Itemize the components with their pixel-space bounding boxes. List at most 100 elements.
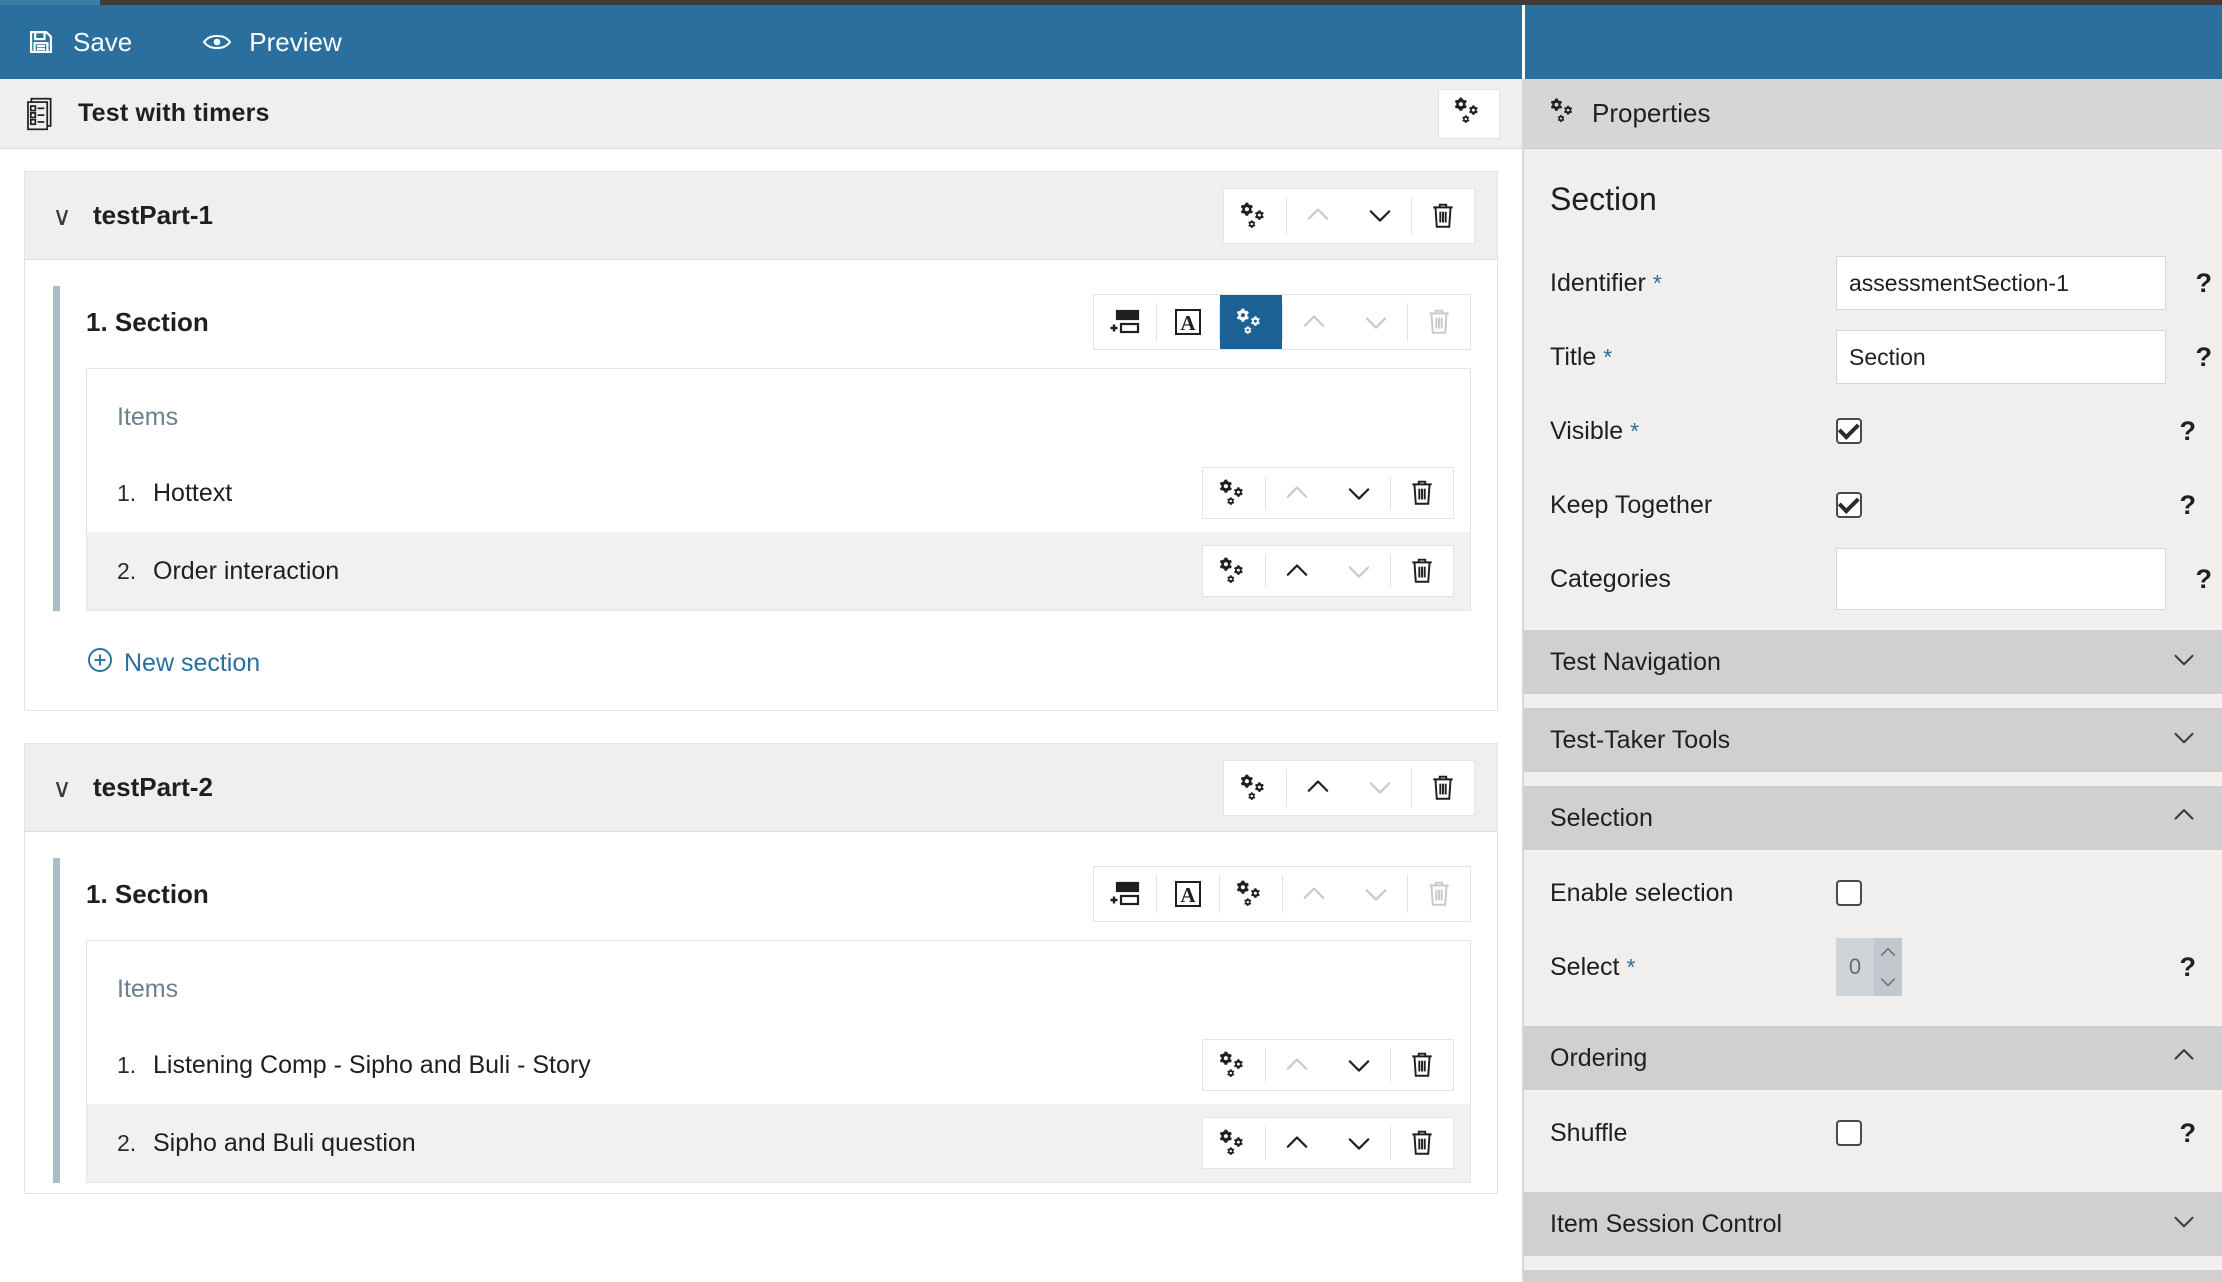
property-label: Keep Together [1550,490,1713,519]
test-properties-button[interactable] [1438,88,1500,139]
properties-button[interactable] [1224,761,1286,815]
property-label: Select * [1550,952,1636,981]
delete-button[interactable] [1391,468,1453,518]
move-up-button[interactable] [1287,761,1349,815]
properties-button[interactable] [1203,1040,1265,1090]
properties-button[interactable] [1224,189,1286,243]
delete-button[interactable] [1391,546,1453,596]
preview-button[interactable]: Preview [202,5,369,79]
properties-button[interactable] [1203,546,1265,596]
visible-checkbox[interactable] [1836,418,1862,444]
property-row: Visible *? [1550,394,2196,468]
add-item-button[interactable] [1094,867,1156,921]
stepper-up-button[interactable] [1874,938,1902,967]
move-down-button[interactable] [1328,1040,1390,1090]
properties-button[interactable] [1220,867,1282,921]
delete-button[interactable] [1412,761,1474,815]
gears-icon [1550,98,1578,129]
properties-button[interactable] [1203,1118,1265,1168]
chevron-up-icon [1305,204,1331,226]
enable-selection-checkbox[interactable] [1836,880,1862,906]
move-down-button[interactable] [1328,468,1390,518]
shuffle-checkbox[interactable] [1836,1120,1862,1146]
action-toolbar [1202,1117,1454,1169]
accordion-gap [1524,772,2222,780]
properties-panel: Properties SectionIdentifier *?Title *?V… [1522,79,2222,1282]
help-icon[interactable]: ? [2166,564,2213,595]
move-down-button [1345,295,1407,349]
testpart-header[interactable]: ∨ testPart-1 [25,172,1497,260]
select-value: 0 [1848,954,1862,979]
testpart-header[interactable]: ∨ testPart-2 [25,744,1497,832]
move-up-button[interactable] [1266,546,1328,596]
accordion-header-extra[interactable] [1524,1270,2222,1282]
property-label: Enable selection [1550,878,1734,907]
gears-icon [1240,202,1270,230]
title-input[interactable] [1836,330,2166,384]
chevron-up-icon [1305,776,1331,798]
help-icon[interactable]: ? [2150,416,2197,447]
accordion-label: Test-Taker Tools [1550,725,1731,754]
list-item[interactable]: 2. Order interaction [87,532,1470,610]
property-control [1836,548,2166,610]
property-label: Identifier * [1550,268,1662,297]
chevron-down-icon[interactable]: ∨ [51,203,73,229]
accordion-header-item-session-control[interactable]: Item Session Control [1524,1192,2222,1256]
help-icon[interactable]: ? [2166,268,2213,299]
action-toolbar: A [1093,294,1471,350]
move-up-button[interactable] [1266,1118,1328,1168]
page-title: Test with timers [78,99,270,127]
chevron-up-icon [2172,1045,2196,1070]
chevron-down-icon [1346,560,1372,582]
add-item-button[interactable] [1094,295,1156,349]
required-marker: * [1652,269,1662,296]
delete-button[interactable] [1391,1118,1453,1168]
properties-button[interactable] [1203,468,1265,518]
list-item[interactable]: 1. Hottext [87,454,1470,532]
rubric-block-button[interactable]: A [1157,867,1219,921]
accordion-header-ordering[interactable]: Ordering [1524,1026,2222,1090]
accordion-header-test-navigation[interactable]: Test Navigation [1524,630,2222,694]
section: 1. Section A Items 1. Hottext 2. Order interac… [53,286,1471,611]
new-section-button[interactable]: New section [53,621,1471,710]
list-item-number: 1. [117,479,137,506]
letter-a-icon: A [1174,880,1202,908]
help-icon[interactable]: ? [2150,952,2197,983]
chevron-down-icon[interactable]: ∨ [51,775,73,801]
stepper-down-button[interactable] [1874,967,1902,996]
section-list: 1. Section A Items 1. Listening Comp - Sipho… [25,832,1497,1183]
list-item[interactable]: 1. Listening Comp - Sipho and Buli - Stor… [87,1026,1470,1104]
accordion-gap [1524,1178,2222,1186]
chevron-up-icon [1301,311,1327,333]
move-down-button[interactable] [1349,189,1411,243]
delete-button[interactable] [1412,189,1474,243]
identifier-input[interactable] [1836,256,2166,310]
help-icon[interactable]: ? [2150,490,2197,521]
categories-input[interactable] [1836,548,2166,610]
properties-panel-body[interactable]: SectionIdentifier *?Title *?Visible *?Ke… [1524,149,2222,1282]
test-header: Test with timers [0,79,1522,149]
property-row: Enable selection [1550,856,2196,930]
keep-together-checkbox[interactable] [1836,492,1862,518]
action-toolbar: A [1093,866,1471,922]
property-control [1836,1120,2150,1146]
testpart: ∨ testPart-1 1. Section A Items 1. Hottext 2. Or… [24,171,1498,711]
list-item-number: 2. [117,557,137,584]
move-down-button[interactable] [1328,1118,1390,1168]
list-item[interactable]: 2. Sipho and Buli question [87,1104,1470,1182]
select-stepper[interactable]: 0 [1836,938,1902,996]
rubric-block-button[interactable]: A [1157,295,1219,349]
delete-button[interactable] [1391,1040,1453,1090]
workspace: Test with timers ∨ testPart-1 1. Section… [0,79,2222,1282]
help-icon[interactable]: ? [2150,1118,2197,1149]
gears-icon [1219,557,1249,585]
help-icon[interactable]: ? [2166,342,2213,373]
accordion-header-test-taker-tools[interactable]: Test-Taker Tools [1524,708,2222,772]
section-header: 1. Section A [86,858,1471,930]
eye-icon [202,27,232,57]
properties-button[interactable] [1220,295,1282,349]
accordion-gap [1524,1256,2222,1264]
save-button[interactable]: Save [26,5,160,79]
accordion-header-selection[interactable]: Selection [1524,786,2222,850]
test-structure-canvas[interactable]: ∨ testPart-1 1. Section A Items 1. Hottext 2. Or… [0,149,1522,1282]
